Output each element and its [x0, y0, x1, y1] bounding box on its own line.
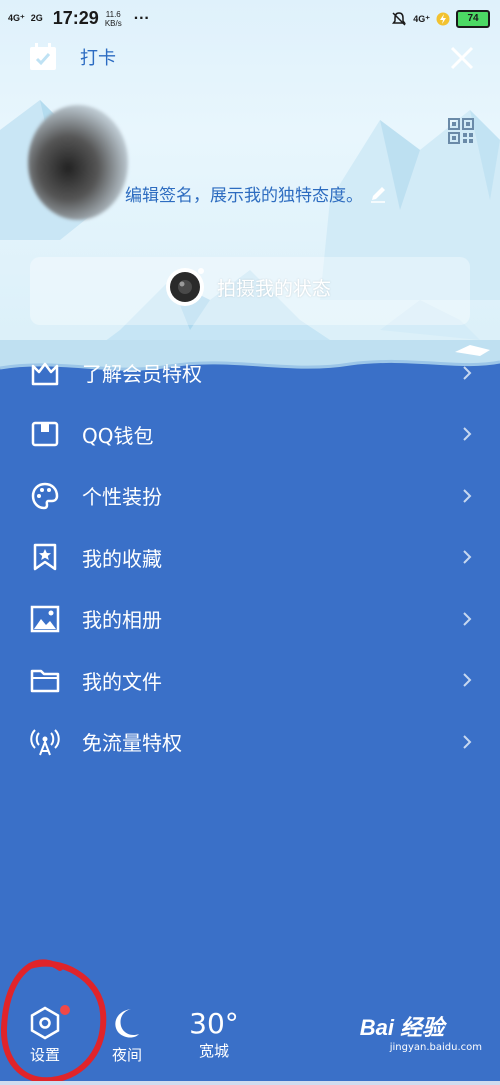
- menu-item-label: 我的收藏: [82, 546, 162, 571]
- vip-crown-icon: [31, 362, 59, 385]
- more-notifications-icon: ···: [133, 9, 150, 27]
- chevron-right-icon: [463, 673, 472, 687]
- chevron-right-icon: [463, 612, 472, 626]
- antenna-icon: [30, 729, 60, 756]
- moon-icon: [115, 1009, 139, 1038]
- menu-item-free-data[interactable]: 免流量特权: [0, 711, 500, 773]
- battery-indicator: 74: [456, 10, 490, 28]
- side-menu: 了解会员特权 QQ钱包 个性装扮 我的收藏 我的相册 我的文件 免流量特权: [0, 342, 500, 773]
- capture-status-button[interactable]: 拍摄我的状态: [165, 267, 331, 307]
- menu-item-label: 我的相册: [82, 608, 162, 633]
- bookmark-star-icon: [33, 544, 57, 571]
- palette-icon: [31, 482, 59, 510]
- calendar-check-icon: [30, 43, 56, 70]
- chevron-right-icon: [463, 427, 472, 441]
- chevron-right-icon: [463, 735, 472, 749]
- menu-item-label: 我的文件: [82, 669, 162, 694]
- signature-editor[interactable]: 编辑签名，展示我的独特态度。: [125, 181, 387, 206]
- network-type-indicator: 4G⁺: [413, 13, 430, 24]
- network-speed-value: 11.6: [105, 9, 121, 19]
- menu-item-album[interactable]: 我的相册: [0, 588, 500, 650]
- signature-text: 编辑签名，展示我的独特态度。: [125, 186, 363, 206]
- qr-code-icon[interactable]: [448, 118, 474, 144]
- watermark-sub: jingyan.baidu.com: [389, 1042, 482, 1053]
- menu-item-theme[interactable]: 个性装扮: [0, 465, 500, 527]
- menu-item-files[interactable]: 我的文件: [0, 650, 500, 712]
- menu-item-label: 个性装扮: [82, 485, 162, 510]
- chevron-right-icon: [463, 550, 472, 564]
- baidu-jingyan-watermark: Bai 经验 jingyan.baidu.com: [360, 1010, 482, 1053]
- menu-item-favorites[interactable]: 我的收藏: [0, 527, 500, 589]
- chevron-right-icon: [463, 366, 472, 380]
- signal-indicator-1: 4G⁺: [8, 13, 25, 23]
- clock: 17:29: [52, 8, 99, 28]
- menu-item-label: 免流量特权: [82, 731, 182, 756]
- image-icon: [30, 605, 60, 632]
- status-bar: 4G⁺ 2G 17:29 11.6 KB/s ··· 4G⁺ 74: [0, 0, 500, 38]
- menu-item-vip[interactable]: 了解会员特权: [0, 342, 500, 404]
- menu-item-wallet[interactable]: QQ钱包: [0, 404, 500, 466]
- folder-icon: [30, 670, 60, 693]
- charging-icon: [436, 12, 450, 26]
- bottom-edge: [0, 1081, 500, 1085]
- temperature: 30°: [189, 1007, 239, 1040]
- menu-item-label: QQ钱包: [82, 423, 154, 448]
- qq-side-drawer: 4G⁺ 2G 17:29 11.6 KB/s ··· 4G⁺ 74 打卡 编辑签…: [0, 0, 500, 1085]
- signal-indicator-2: 2G: [30, 13, 43, 23]
- avatar[interactable]: [28, 105, 128, 220]
- capture-status-label: 拍摄我的状态: [217, 277, 332, 300]
- menu-item-label: 了解会员特权: [82, 362, 202, 387]
- watermark-main: Bai 经验: [359, 1015, 445, 1040]
- highlight-annotation: [0, 959, 107, 1084]
- close-icon[interactable]: [448, 44, 476, 72]
- wallet-icon: [31, 422, 59, 447]
- network-speed: 11.6 KB/s: [105, 10, 122, 28]
- weather-widget[interactable]: 30° 宽城: [186, 1008, 242, 1061]
- network-speed-unit: KB/s: [104, 18, 122, 28]
- camera-icon: [166, 268, 204, 306]
- pencil-icon: [371, 186, 385, 203]
- chevron-right-icon: [463, 489, 472, 503]
- punch-in-entry[interactable]: 打卡: [28, 42, 116, 72]
- mute-bell-icon: [392, 12, 407, 26]
- city-name: 宽城: [198, 1042, 229, 1060]
- punch-in-label: 打卡: [80, 48, 116, 69]
